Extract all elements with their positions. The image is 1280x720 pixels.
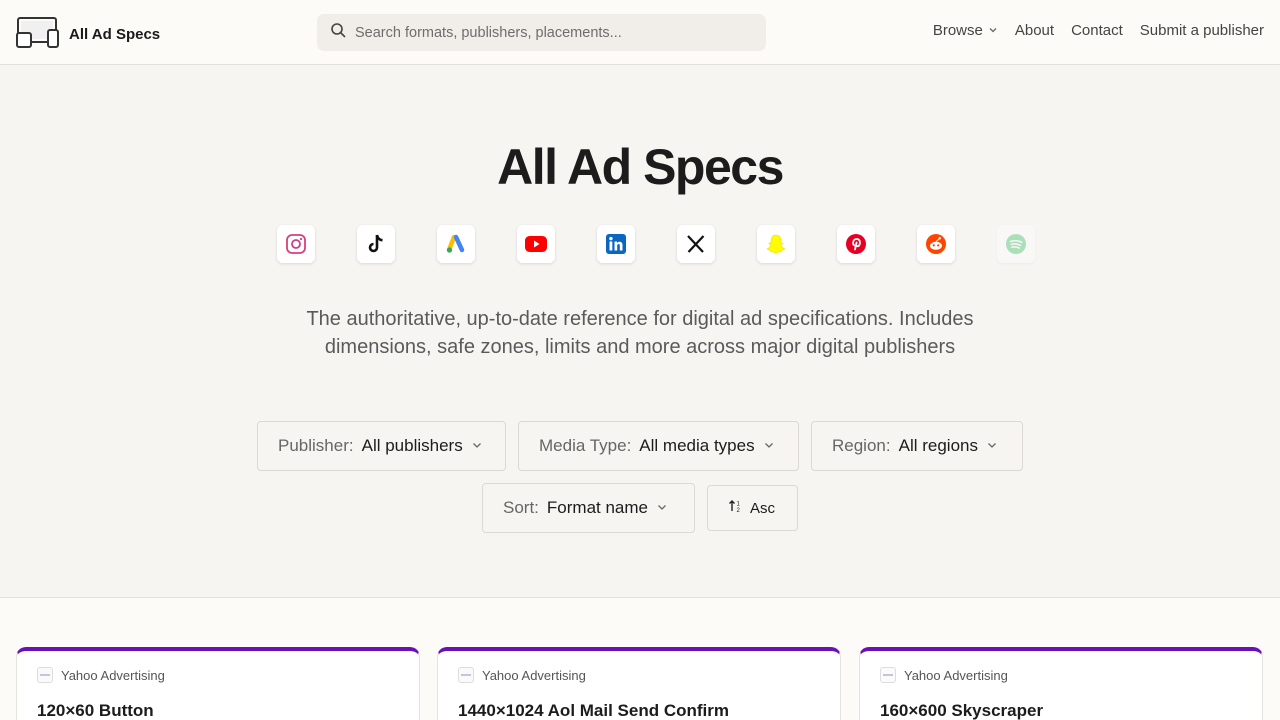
pinterest-icon[interactable] [837,225,875,263]
google-ads-icon[interactable] [437,225,475,263]
sort-order-icon: 12 [728,499,744,517]
top-bar: All Ad Specs Browse About Contact Submit… [0,0,1280,65]
chevron-down-icon [986,436,998,456]
yahoo-logo-icon [880,667,896,683]
brand-link[interactable]: All Ad Specs [16,16,160,53]
linkedin-icon[interactable] [597,225,635,263]
svg-text:2: 2 [737,508,741,513]
yahoo-logo-icon [37,667,53,683]
publisher-filter-label: Publisher: [278,436,354,455]
publisher-filter-value: All publishers [361,436,463,455]
card-title: 1440×1024 Aol Mail Send Confirm [458,701,729,720]
search-bar[interactable] [317,14,766,51]
region-filter-label: Region: [832,436,891,455]
card-publisher-name: Yahoo Advertising [61,667,165,683]
spec-card[interactable]: Yahoo Advertising 120×60 Button [16,647,420,720]
chevron-down-icon [471,436,483,456]
spec-card[interactable]: Yahoo Advertising 160×600 Skyscraper [859,647,1263,720]
spec-card[interactable]: Yahoo Advertising 1440×1024 Aol Mail Sen… [437,647,841,720]
reddit-icon[interactable] [917,225,955,263]
instagram-icon[interactable] [277,225,315,263]
tiktok-icon[interactable] [357,225,395,263]
sort-order-button[interactable]: 12 Asc [707,485,798,531]
x-icon[interactable] [677,225,715,263]
hero-tagline: The authoritative, up-to-date reference … [306,308,974,358]
spotify-icon[interactable] [997,225,1035,263]
publisher-logo-strip [277,225,1035,263]
card-publisher-name: Yahoo Advertising [482,667,586,683]
brand-name: All Ad Specs [69,26,161,43]
svg-text:1: 1 [737,502,741,508]
nav-browse-label: Browse [932,22,983,39]
card-publisher-name: Yahoo Advertising [904,667,1008,683]
search-input[interactable] [355,24,735,41]
sort-select[interactable]: Sort: Format name [482,483,695,533]
card-title: 120×60 Button [37,701,154,720]
region-filter-select[interactable]: Region: All regions [811,421,1023,471]
chevron-down-icon [988,22,998,39]
card-publisher: Yahoo Advertising [880,667,1008,683]
search-icon [330,22,346,43]
sort-order-label: Asc [750,499,776,517]
nav-submit-publisher[interactable]: Submit a publisher [1140,22,1264,39]
card-title: 160×600 Skyscraper [880,701,1044,720]
chevron-down-icon [763,436,775,456]
nav-browse[interactable]: Browse [933,22,998,39]
page-title: All Ad Specs [497,139,784,195]
nav-about[interactable]: About [1015,22,1054,39]
sort-value: Format name [546,498,648,517]
devices-logo-icon [16,16,60,53]
publisher-filter-select[interactable]: Publisher: All publishers [257,421,506,471]
media-type-filter-label: Media Type: [539,436,632,455]
media-type-filter-select[interactable]: Media Type: All media types [518,421,799,471]
nav-contact[interactable]: Contact [1071,22,1123,39]
youtube-icon[interactable] [517,225,555,263]
card-publisher: Yahoo Advertising [458,667,586,683]
media-type-filter-value: All media types [639,436,755,455]
region-filter-value: All regions [898,436,978,455]
yahoo-logo-icon [458,667,474,683]
snapchat-icon[interactable] [757,225,795,263]
chevron-down-icon [656,498,668,518]
card-publisher: Yahoo Advertising [37,667,165,683]
main-nav: Browse About Contact Submit a publisher [933,22,1264,39]
sort-label: Sort: [503,498,539,517]
